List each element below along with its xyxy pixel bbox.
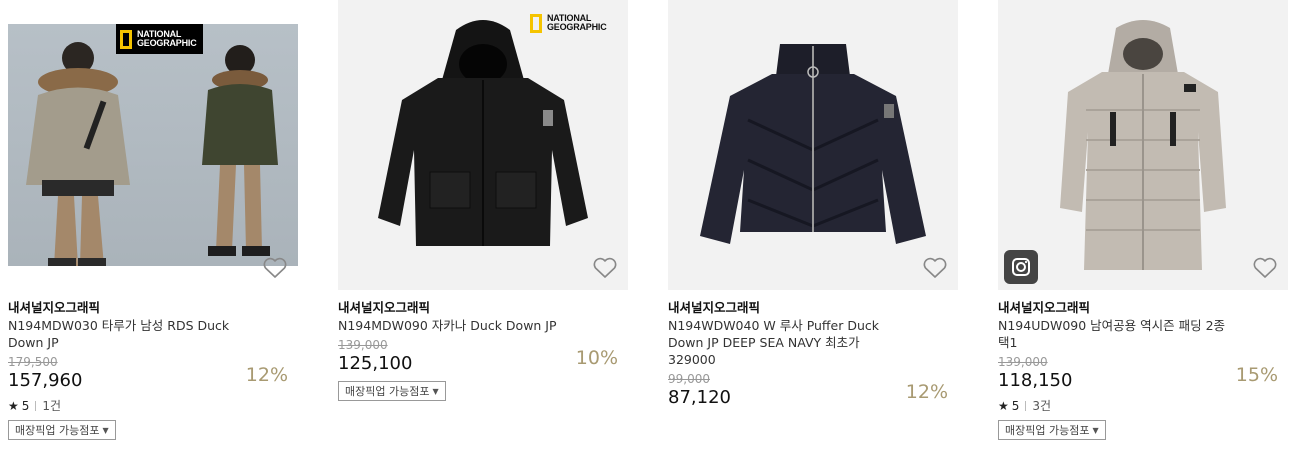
rating-value: 5 xyxy=(21,399,30,413)
store-pickup-button[interactable]: 매장픽업 가능점포 ▼ xyxy=(8,420,116,440)
instagram-icon[interactable] xyxy=(1004,250,1038,284)
product-card[interactable]: NATIONAL GEOGRAPHIC 내셔널지오그래픽 N194MDW090 … xyxy=(338,0,628,401)
heart-outline-icon[interactable] xyxy=(262,256,288,280)
logo-text: NATIONAL GEOGRAPHIC xyxy=(547,13,607,32)
review-count: 1건 xyxy=(42,399,62,413)
logo-frame-icon xyxy=(120,29,132,49)
black-parka-illustration xyxy=(378,20,588,246)
product-card[interactable]: 내셔널지오그래픽 N194UDW090 남여공용 역시즌 패딩 2종 택1 13… xyxy=(998,0,1288,440)
caret-down-icon: ▼ xyxy=(432,386,439,396)
product-card[interactable]: NATIONAL GEOGRAPHIC 내셔널지오그래픽 N194MDW030 … xyxy=(8,0,298,440)
rating: ★ 5 3건 xyxy=(998,397,1288,415)
heart-outline-icon[interactable] xyxy=(1252,256,1278,280)
store-pickup-label: 매장픽업 가능점포 xyxy=(1005,424,1090,437)
heart-outline-icon[interactable] xyxy=(592,256,618,280)
rating-value: 5 xyxy=(1011,399,1020,413)
caret-down-icon: ▼ xyxy=(1092,425,1099,435)
navy-puffer-illustration xyxy=(700,44,926,244)
rating: ★ 5 1건 xyxy=(8,397,298,415)
store-pickup-button[interactable]: 매장픽업 가능점포 ▼ xyxy=(998,420,1106,440)
price-row: 118,150 15% xyxy=(998,364,1288,393)
price-row: 87,120 12% xyxy=(668,381,958,410)
store-pickup-label: 매장픽업 가능점포 xyxy=(15,424,100,437)
sale-price: 118,150 xyxy=(998,370,1073,391)
sale-price: 157,960 xyxy=(8,370,83,391)
discount-rate: 12% xyxy=(905,381,948,403)
long-padding-illustration xyxy=(1060,20,1226,270)
product-name[interactable]: N194WDW040 W 루사 Puffer Duck Down JP DEEP… xyxy=(668,317,898,368)
sale-price: 87,120 xyxy=(668,387,731,408)
divider xyxy=(1025,401,1027,411)
brand-name[interactable]: 내셔널지오그래픽 xyxy=(668,299,958,316)
star-icon: ★ xyxy=(998,399,1009,413)
instagram-glyph-icon xyxy=(1012,258,1030,276)
product-card[interactable]: 내셔널지오그래픽 N194WDW040 W 루사 Puffer Duck Dow… xyxy=(668,0,958,410)
brand-name[interactable]: 내셔널지오그래픽 xyxy=(998,299,1288,316)
review-count: 3건 xyxy=(1032,399,1052,413)
logo-text: NATIONAL GEOGRAPHIC xyxy=(137,29,197,48)
star-icon: ★ xyxy=(8,399,19,413)
product-name[interactable]: N194MDW030 타루가 남성 RDS Duck Down JP xyxy=(8,317,238,351)
sale-price: 125,100 xyxy=(338,353,413,374)
price-row: 125,100 10% xyxy=(338,347,628,376)
caret-down-icon: ▼ xyxy=(102,425,109,435)
store-pickup-button[interactable]: 매장픽업 가능점포 ▼ xyxy=(338,381,446,401)
divider xyxy=(35,401,37,411)
logo-frame-icon xyxy=(530,13,542,33)
heart-outline-icon[interactable] xyxy=(922,256,948,280)
national-geographic-logo: NATIONAL GEOGRAPHIC xyxy=(116,24,203,54)
national-geographic-logo: NATIONAL GEOGRAPHIC xyxy=(526,8,613,38)
product-name[interactable]: N194MDW090 자카나 Duck Down JP xyxy=(338,317,568,334)
product-image[interactable] xyxy=(998,0,1288,290)
product-name[interactable]: N194UDW090 남여공용 역시즌 패딩 2종 택1 xyxy=(998,317,1228,351)
price-row: 157,960 12% xyxy=(8,364,298,393)
product-image[interactable] xyxy=(668,0,958,290)
product-image[interactable]: NATIONAL GEOGRAPHIC xyxy=(338,0,628,290)
product-grid: NATIONAL GEOGRAPHIC 내셔널지오그래픽 N194MDW030 … xyxy=(0,0,1297,463)
store-pickup-label: 매장픽업 가능점포 xyxy=(345,385,430,398)
brand-name[interactable]: 내셔널지오그래픽 xyxy=(8,299,298,316)
discount-rate: 10% xyxy=(575,347,618,369)
discount-rate: 12% xyxy=(245,364,288,386)
discount-rate: 15% xyxy=(1235,364,1278,386)
brand-name[interactable]: 내셔널지오그래픽 xyxy=(338,299,628,316)
product-image[interactable]: NATIONAL GEOGRAPHIC xyxy=(8,0,298,290)
